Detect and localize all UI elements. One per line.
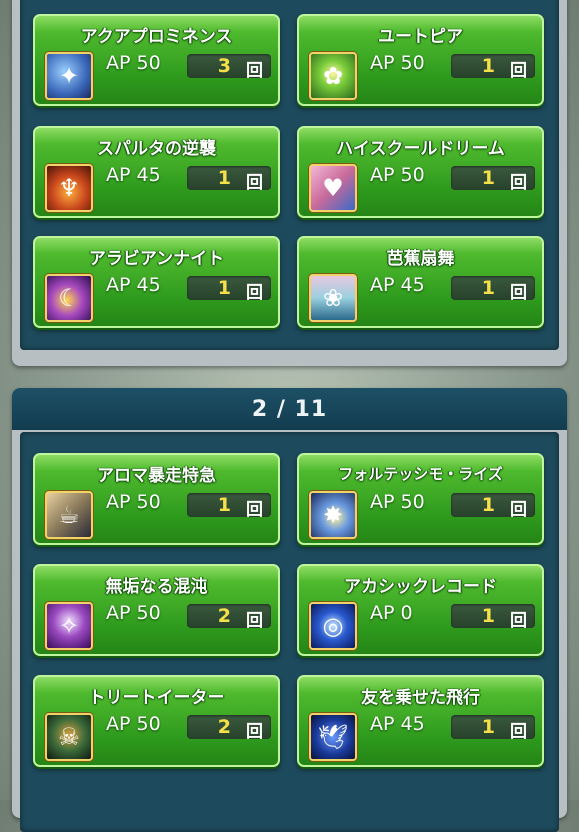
mission-card[interactable]: トリートイーター ☠ AP 50 2 回 — [33, 675, 280, 767]
mission-title: トリートイーター — [88, 688, 225, 708]
remaining-count: 1 — [481, 716, 495, 738]
remaining-count: 1 — [217, 277, 231, 299]
count-unit: 回 — [510, 611, 527, 631]
remaining-count-box: 2 回 — [187, 604, 271, 631]
mission-card[interactable]: フォルテッシモ・ライズ ✸ AP 50 1 回 — [297, 453, 544, 545]
remaining-count-box: 1 回 — [451, 276, 535, 303]
innocent-chaos-icon: ✧ — [45, 602, 93, 650]
count-unit: 回 — [246, 173, 263, 193]
lamp-night-icon: ☾ — [45, 274, 93, 322]
remaining-count: 2 — [217, 605, 231, 627]
ap-cost: AP 45 — [106, 164, 161, 186]
mission-title: アラビアンナイト — [88, 249, 225, 269]
ap-cost: AP 50 — [106, 713, 161, 735]
remaining-count: 1 — [481, 494, 495, 516]
ap-cost: AP 50 — [106, 491, 161, 513]
count-unit: 回 — [246, 61, 263, 81]
ap-cost: AP 50 — [370, 164, 425, 186]
remaining-count: 1 — [481, 55, 495, 77]
count-unit: 回 — [510, 500, 527, 520]
remaining-count: 1 — [481, 605, 495, 627]
remaining-count-box: 2 回 — [187, 715, 271, 742]
mission-title: アクアプロミネンス — [80, 27, 233, 47]
ap-cost: AP 50 — [370, 491, 425, 513]
fire-battle-icon: ♆ — [45, 164, 93, 212]
mission-card[interactable]: アロマ暴走特急 ☕ AP 50 1 回 — [33, 453, 280, 545]
remaining-count-box: 1 回 — [451, 715, 535, 742]
mission-title: ユートピア — [378, 27, 463, 47]
remaining-count-box: 3 回 — [187, 54, 271, 81]
remaining-count: 1 — [481, 277, 495, 299]
mission-card[interactable]: アカシックレコード ◎ AP 0 1 回 — [297, 564, 544, 656]
ap-cost: AP 45 — [370, 274, 425, 296]
remaining-count-box: 1 回 — [187, 493, 271, 520]
remaining-count: 1 — [217, 494, 231, 516]
mission-card[interactable]: 芭蕉扇舞 ❀ AP 45 1 回 — [297, 236, 544, 328]
mission-title: フォルテッシモ・ライズ — [338, 465, 503, 483]
ap-cost: AP 45 — [106, 274, 161, 296]
mission-title: アカシックレコード — [344, 577, 497, 597]
mission-title: アロマ暴走特急 — [97, 466, 216, 486]
remaining-count: 1 — [217, 167, 231, 189]
mission-card[interactable]: 友を乗せた飛行 🕊 AP 45 1 回 — [297, 675, 544, 767]
remaining-count-box: 1 回 — [451, 54, 535, 81]
mission-card[interactable]: 無垢なる混沌 ✧ AP 50 2 回 — [33, 564, 280, 656]
fan-dance-icon: ❀ — [309, 274, 357, 322]
count-unit: 回 — [510, 722, 527, 742]
mission-title: スパルタの逆襲 — [97, 139, 216, 159]
remaining-count-box: 1 回 — [451, 493, 535, 520]
mission-card[interactable]: スパルタの逆襲 ♆ AP 45 1 回 — [33, 126, 280, 218]
count-unit: 回 — [510, 283, 527, 303]
mission-card[interactable]: ハイスクールドリーム ♥ AP 50 1 回 — [297, 126, 544, 218]
remaining-count-box: 1 回 — [187, 166, 271, 193]
count-unit: 回 — [246, 722, 263, 742]
akashic-record-icon: ◎ — [309, 602, 357, 650]
school-dream-icon: ♥ — [309, 164, 357, 212]
fortissimo-rise-icon: ✸ — [309, 491, 357, 539]
dove-flight-icon: 🕊 — [309, 713, 357, 761]
ap-cost: AP 50 — [370, 52, 425, 74]
count-unit: 回 — [510, 173, 527, 193]
ap-cost: AP 50 — [106, 52, 161, 74]
count-unit: 回 — [510, 61, 527, 81]
ap-cost: AP 45 — [370, 713, 425, 735]
ap-cost: AP 0 — [370, 602, 413, 624]
mission-title: ハイスクールドリーム — [336, 139, 505, 159]
remaining-count-box: 1 回 — [187, 276, 271, 303]
count-unit: 回 — [246, 611, 263, 631]
mission-card[interactable]: アラビアンナイト ☾ AP 45 1 回 — [33, 236, 280, 328]
mission-title: 無垢なる混沌 — [105, 577, 208, 597]
mission-title: 芭蕉扇舞 — [386, 249, 455, 269]
remaining-count: 3 — [217, 55, 231, 77]
aroma-express-icon: ☕ — [45, 491, 93, 539]
mission-title: 友を乗せた飛行 — [361, 688, 480, 708]
mission-card[interactable]: ユートピア ✿ AP 50 1 回 — [297, 14, 544, 106]
mission-card[interactable]: アクアプロミネンス ✦ AP 50 3 回 — [33, 14, 280, 106]
count-unit: 回 — [246, 500, 263, 520]
page-indicator: 2 / 11 — [12, 388, 567, 430]
treat-eater-icon: ☠ — [45, 713, 93, 761]
remaining-count-box: 1 回 — [451, 604, 535, 631]
water-swirl-icon: ✦ — [45, 52, 93, 100]
flower-light-icon: ✿ — [309, 52, 357, 100]
remaining-count-box: 1 回 — [451, 166, 535, 193]
remaining-count: 2 — [217, 716, 231, 738]
count-unit: 回 — [246, 283, 263, 303]
ap-cost: AP 50 — [106, 602, 161, 624]
page-indicator-text: 2 / 11 — [251, 396, 328, 422]
remaining-count: 1 — [481, 167, 495, 189]
